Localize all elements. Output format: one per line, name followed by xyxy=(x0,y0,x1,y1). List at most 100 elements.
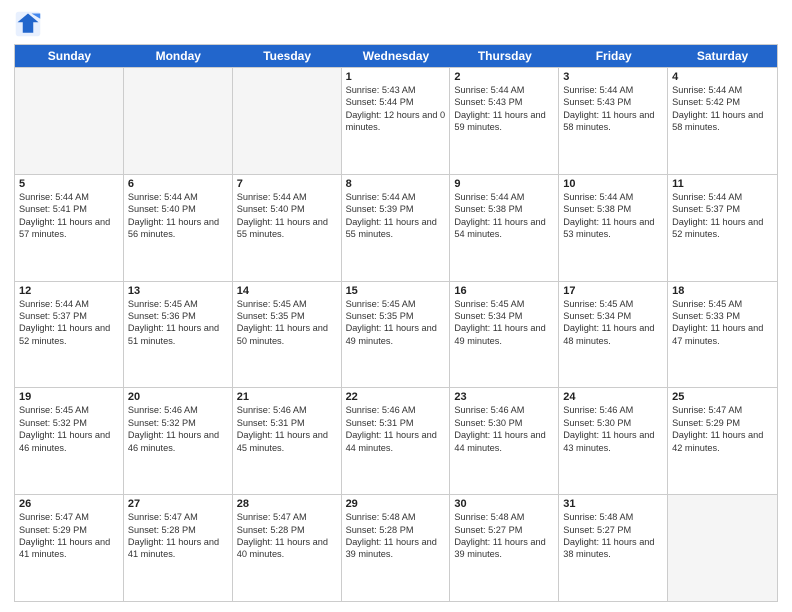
cell-date-3: 3 xyxy=(563,71,663,83)
cell-info-2: Sunrise: 5:44 AM Sunset: 5:43 PM Dayligh… xyxy=(454,84,554,134)
page: SundayMondayTuesdayWednesdayThursdayFrid… xyxy=(0,0,792,612)
cell-info-1: Sunrise: 5:43 AM Sunset: 5:44 PM Dayligh… xyxy=(346,84,446,134)
cell-date-9: 9 xyxy=(454,178,554,190)
cell-date-24: 24 xyxy=(563,391,663,403)
cal-cell-19: 19Sunrise: 5:45 AM Sunset: 5:32 PM Dayli… xyxy=(15,388,124,494)
calendar-row-5: 26Sunrise: 5:47 AM Sunset: 5:29 PM Dayli… xyxy=(15,494,777,601)
cell-date-6: 6 xyxy=(128,178,228,190)
header xyxy=(14,10,778,38)
cal-cell-6: 6Sunrise: 5:44 AM Sunset: 5:40 PM Daylig… xyxy=(124,175,233,281)
cal-cell-20: 20Sunrise: 5:46 AM Sunset: 5:32 PM Dayli… xyxy=(124,388,233,494)
cell-date-15: 15 xyxy=(346,285,446,297)
weekday-header-saturday: Saturday xyxy=(668,45,777,67)
cell-info-3: Sunrise: 5:44 AM Sunset: 5:43 PM Dayligh… xyxy=(563,84,663,134)
cal-cell-16: 16Sunrise: 5:45 AM Sunset: 5:34 PM Dayli… xyxy=(450,282,559,388)
cal-cell-29: 29Sunrise: 5:48 AM Sunset: 5:28 PM Dayli… xyxy=(342,495,451,601)
cell-info-14: Sunrise: 5:45 AM Sunset: 5:35 PM Dayligh… xyxy=(237,298,337,348)
cell-date-25: 25 xyxy=(672,391,773,403)
cell-info-24: Sunrise: 5:46 AM Sunset: 5:30 PM Dayligh… xyxy=(563,404,663,454)
cal-cell-12: 12Sunrise: 5:44 AM Sunset: 5:37 PM Dayli… xyxy=(15,282,124,388)
cal-cell-4: 4Sunrise: 5:44 AM Sunset: 5:42 PM Daylig… xyxy=(668,68,777,174)
cell-date-5: 5 xyxy=(19,178,119,190)
cell-info-13: Sunrise: 5:45 AM Sunset: 5:36 PM Dayligh… xyxy=(128,298,228,348)
cal-cell-23: 23Sunrise: 5:46 AM Sunset: 5:30 PM Dayli… xyxy=(450,388,559,494)
cell-date-7: 7 xyxy=(237,178,337,190)
cell-date-12: 12 xyxy=(19,285,119,297)
cal-cell-17: 17Sunrise: 5:45 AM Sunset: 5:34 PM Dayli… xyxy=(559,282,668,388)
calendar: SundayMondayTuesdayWednesdayThursdayFrid… xyxy=(14,44,778,602)
cal-cell-empty-4-6 xyxy=(668,495,777,601)
weekday-header-sunday: Sunday xyxy=(15,45,124,67)
cell-info-15: Sunrise: 5:45 AM Sunset: 5:35 PM Dayligh… xyxy=(346,298,446,348)
cell-info-20: Sunrise: 5:46 AM Sunset: 5:32 PM Dayligh… xyxy=(128,404,228,454)
cell-date-29: 29 xyxy=(346,498,446,510)
cell-info-27: Sunrise: 5:47 AM Sunset: 5:28 PM Dayligh… xyxy=(128,511,228,561)
calendar-row-2: 5Sunrise: 5:44 AM Sunset: 5:41 PM Daylig… xyxy=(15,174,777,281)
cal-cell-2: 2Sunrise: 5:44 AM Sunset: 5:43 PM Daylig… xyxy=(450,68,559,174)
cal-cell-15: 15Sunrise: 5:45 AM Sunset: 5:35 PM Dayli… xyxy=(342,282,451,388)
cell-date-11: 11 xyxy=(672,178,773,190)
cell-info-26: Sunrise: 5:47 AM Sunset: 5:29 PM Dayligh… xyxy=(19,511,119,561)
weekday-header-friday: Friday xyxy=(559,45,668,67)
cal-cell-10: 10Sunrise: 5:44 AM Sunset: 5:38 PM Dayli… xyxy=(559,175,668,281)
cell-info-31: Sunrise: 5:48 AM Sunset: 5:27 PM Dayligh… xyxy=(563,511,663,561)
cell-info-23: Sunrise: 5:46 AM Sunset: 5:30 PM Dayligh… xyxy=(454,404,554,454)
cal-cell-9: 9Sunrise: 5:44 AM Sunset: 5:38 PM Daylig… xyxy=(450,175,559,281)
calendar-row-4: 19Sunrise: 5:45 AM Sunset: 5:32 PM Dayli… xyxy=(15,387,777,494)
cell-date-27: 27 xyxy=(128,498,228,510)
cell-info-6: Sunrise: 5:44 AM Sunset: 5:40 PM Dayligh… xyxy=(128,191,228,241)
cell-info-28: Sunrise: 5:47 AM Sunset: 5:28 PM Dayligh… xyxy=(237,511,337,561)
cell-date-1: 1 xyxy=(346,71,446,83)
cell-info-22: Sunrise: 5:46 AM Sunset: 5:31 PM Dayligh… xyxy=(346,404,446,454)
cal-cell-empty-0-2 xyxy=(233,68,342,174)
cell-date-16: 16 xyxy=(454,285,554,297)
cell-date-10: 10 xyxy=(563,178,663,190)
cell-info-10: Sunrise: 5:44 AM Sunset: 5:38 PM Dayligh… xyxy=(563,191,663,241)
cell-info-16: Sunrise: 5:45 AM Sunset: 5:34 PM Dayligh… xyxy=(454,298,554,348)
cal-cell-18: 18Sunrise: 5:45 AM Sunset: 5:33 PM Dayli… xyxy=(668,282,777,388)
cal-cell-24: 24Sunrise: 5:46 AM Sunset: 5:30 PM Dayli… xyxy=(559,388,668,494)
cell-date-28: 28 xyxy=(237,498,337,510)
cal-cell-8: 8Sunrise: 5:44 AM Sunset: 5:39 PM Daylig… xyxy=(342,175,451,281)
cell-info-19: Sunrise: 5:45 AM Sunset: 5:32 PM Dayligh… xyxy=(19,404,119,454)
cell-date-30: 30 xyxy=(454,498,554,510)
cal-cell-25: 25Sunrise: 5:47 AM Sunset: 5:29 PM Dayli… xyxy=(668,388,777,494)
cell-info-17: Sunrise: 5:45 AM Sunset: 5:34 PM Dayligh… xyxy=(563,298,663,348)
cal-cell-empty-0-1 xyxy=(124,68,233,174)
cell-info-29: Sunrise: 5:48 AM Sunset: 5:28 PM Dayligh… xyxy=(346,511,446,561)
cell-date-17: 17 xyxy=(563,285,663,297)
cell-info-21: Sunrise: 5:46 AM Sunset: 5:31 PM Dayligh… xyxy=(237,404,337,454)
weekday-header-thursday: Thursday xyxy=(450,45,559,67)
weekday-header-wednesday: Wednesday xyxy=(342,45,451,67)
cal-cell-26: 26Sunrise: 5:47 AM Sunset: 5:29 PM Dayli… xyxy=(15,495,124,601)
cell-date-20: 20 xyxy=(128,391,228,403)
cal-cell-14: 14Sunrise: 5:45 AM Sunset: 5:35 PM Dayli… xyxy=(233,282,342,388)
cell-info-25: Sunrise: 5:47 AM Sunset: 5:29 PM Dayligh… xyxy=(672,404,773,454)
cal-cell-21: 21Sunrise: 5:46 AM Sunset: 5:31 PM Dayli… xyxy=(233,388,342,494)
cell-info-11: Sunrise: 5:44 AM Sunset: 5:37 PM Dayligh… xyxy=(672,191,773,241)
calendar-row-3: 12Sunrise: 5:44 AM Sunset: 5:37 PM Dayli… xyxy=(15,281,777,388)
cell-info-30: Sunrise: 5:48 AM Sunset: 5:27 PM Dayligh… xyxy=(454,511,554,561)
weekday-header-tuesday: Tuesday xyxy=(233,45,342,67)
cal-cell-1: 1Sunrise: 5:43 AM Sunset: 5:44 PM Daylig… xyxy=(342,68,451,174)
cal-cell-3: 3Sunrise: 5:44 AM Sunset: 5:43 PM Daylig… xyxy=(559,68,668,174)
cell-date-23: 23 xyxy=(454,391,554,403)
cal-cell-31: 31Sunrise: 5:48 AM Sunset: 5:27 PM Dayli… xyxy=(559,495,668,601)
cell-date-31: 31 xyxy=(563,498,663,510)
cell-info-4: Sunrise: 5:44 AM Sunset: 5:42 PM Dayligh… xyxy=(672,84,773,134)
weekday-header-monday: Monday xyxy=(124,45,233,67)
calendar-row-1: 1Sunrise: 5:43 AM Sunset: 5:44 PM Daylig… xyxy=(15,67,777,174)
cell-date-4: 4 xyxy=(672,71,773,83)
cal-cell-11: 11Sunrise: 5:44 AM Sunset: 5:37 PM Dayli… xyxy=(668,175,777,281)
cell-date-18: 18 xyxy=(672,285,773,297)
cal-cell-27: 27Sunrise: 5:47 AM Sunset: 5:28 PM Dayli… xyxy=(124,495,233,601)
cal-cell-28: 28Sunrise: 5:47 AM Sunset: 5:28 PM Dayli… xyxy=(233,495,342,601)
cal-cell-22: 22Sunrise: 5:46 AM Sunset: 5:31 PM Dayli… xyxy=(342,388,451,494)
cal-cell-empty-0-0 xyxy=(15,68,124,174)
cell-info-7: Sunrise: 5:44 AM Sunset: 5:40 PM Dayligh… xyxy=(237,191,337,241)
cal-cell-5: 5Sunrise: 5:44 AM Sunset: 5:41 PM Daylig… xyxy=(15,175,124,281)
calendar-body: 1Sunrise: 5:43 AM Sunset: 5:44 PM Daylig… xyxy=(15,67,777,601)
logo-icon xyxy=(14,10,42,38)
cell-date-13: 13 xyxy=(128,285,228,297)
cal-cell-7: 7Sunrise: 5:44 AM Sunset: 5:40 PM Daylig… xyxy=(233,175,342,281)
